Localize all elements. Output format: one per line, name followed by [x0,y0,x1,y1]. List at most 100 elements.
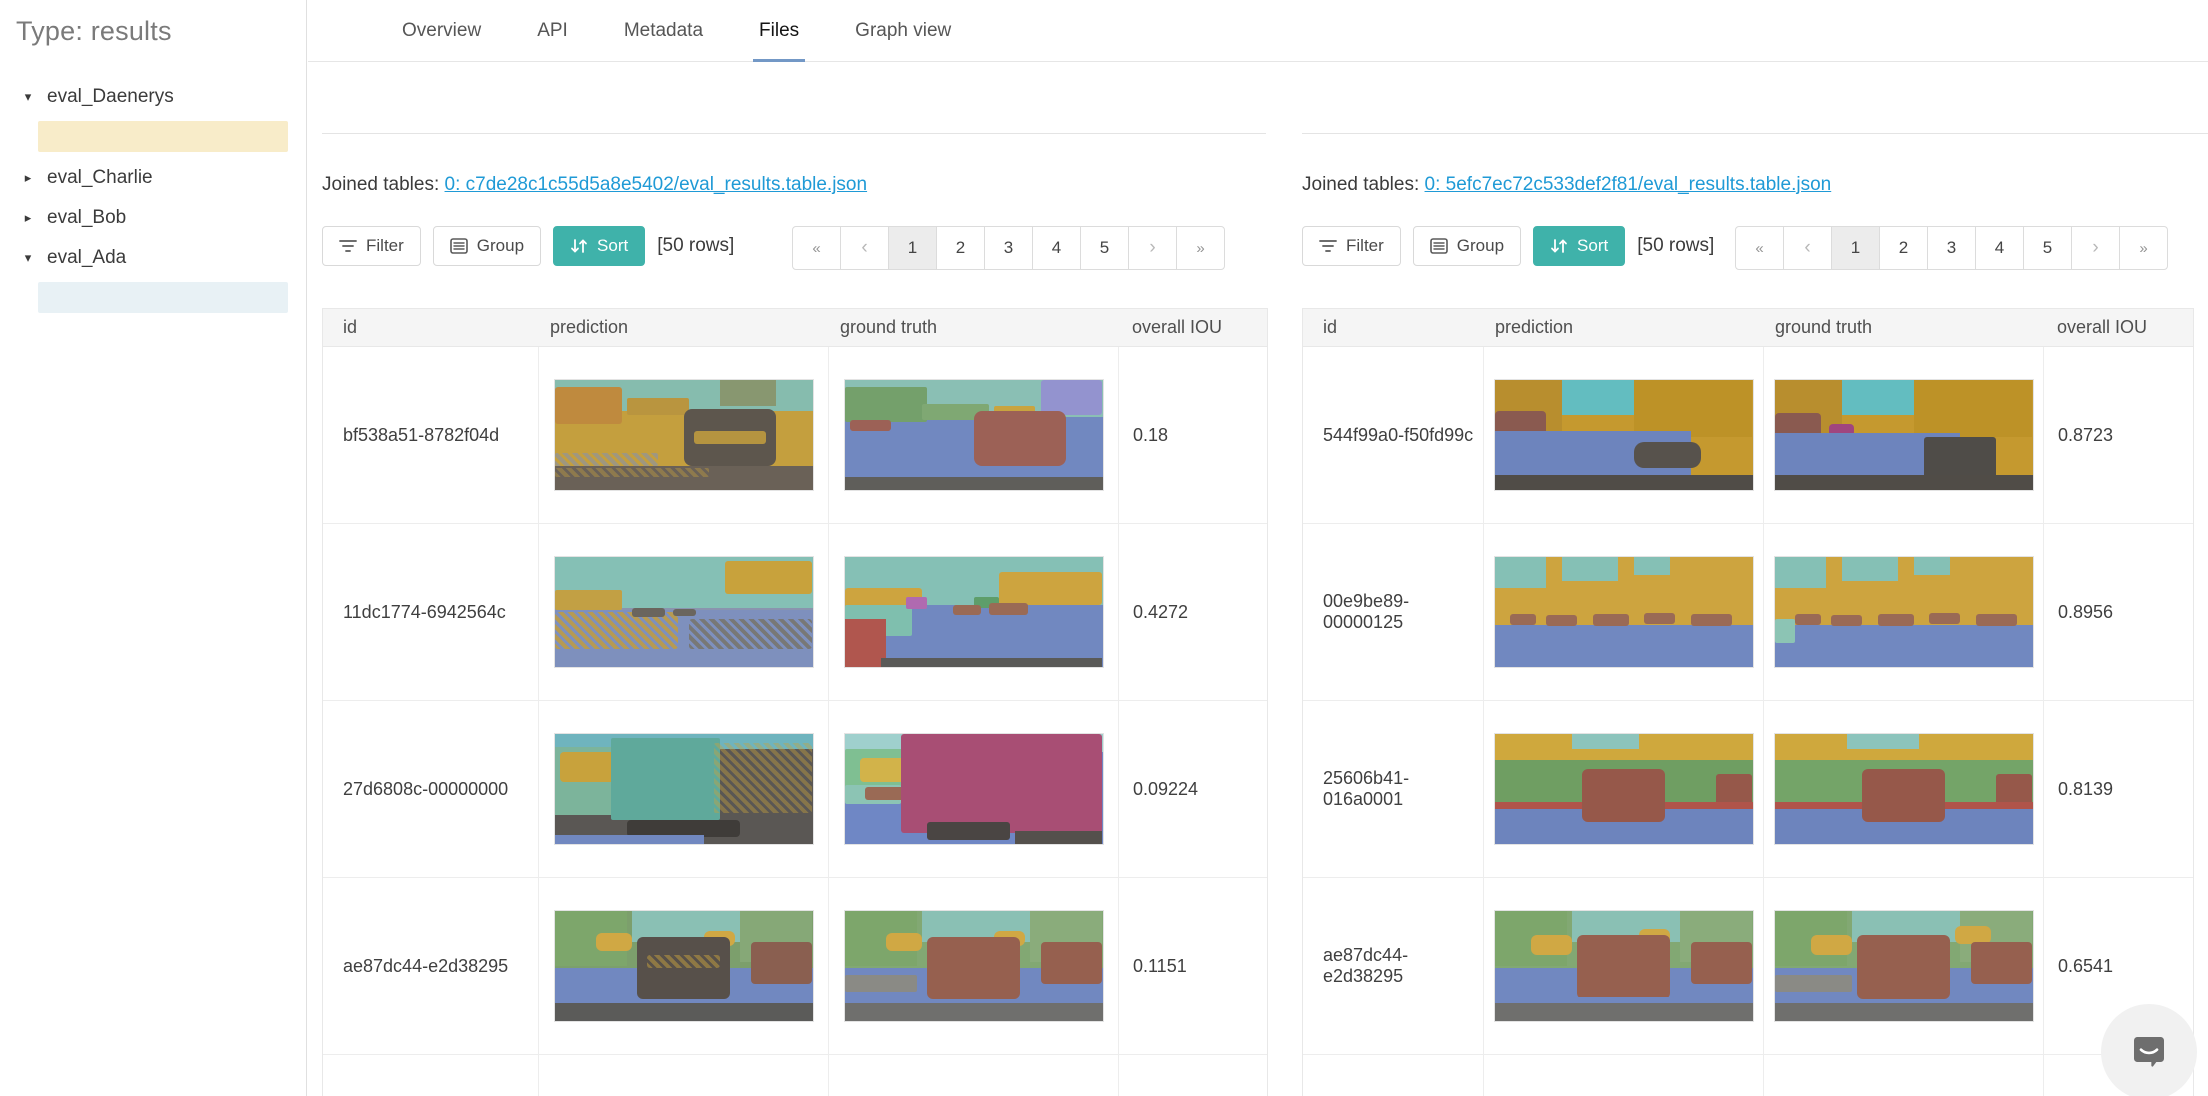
caret-down-icon: ▾ [24,89,32,104]
caret-right-icon: ▸ [24,210,32,225]
prediction-cell [1483,701,1763,877]
tree-node-eval_daenerys[interactable]: ▾ eval_Daenerys [14,81,306,113]
prediction-cell [538,524,828,700]
sort-button[interactable]: Sort [553,226,646,266]
ground-truth-cell [828,701,1118,877]
column-header-overall-iou[interactable]: overall IOU [1118,317,1267,338]
table-row: 27d6808c-00000000 0.09224 [323,701,1267,878]
column-header-prediction[interactable]: prediction [1483,317,1763,338]
page-button-1[interactable]: 1 [888,226,937,270]
artifact-files-page: Type: results ▾ eval_Daenerys ▸ eval_Cha… [0,0,2208,1096]
page-button-1[interactable]: 1 [1831,226,1880,270]
filter-icon [1319,240,1337,252]
results-panel: Joined tables: 0: 5efc7ec72c533def2f81/e… [1302,62,2208,1096]
table-toolbar: Filter Group Sort [50 rows] «‹ 1 2 3 4 5 ›» [322,226,1266,270]
ground-truth-cell [1763,524,2043,700]
ground-truth-segmentation-image[interactable] [1773,910,2034,1022]
prediction-segmentation-image[interactable] [1493,379,1754,491]
tree-node-eval_bob[interactable]: ▸ eval_Bob [14,202,306,234]
iou-cell: 0.18 [1118,347,1267,523]
table-toolbar: Filter Group Sort [50 rows] «‹ 1 2 3 4 5 ›» [1302,226,2208,270]
table-row: 544f99a0-f50fd99c 0.8723 [1303,347,2193,524]
ground-truth-segmentation-image[interactable] [1773,379,2034,491]
ground-truth-cell [1763,1055,2043,1096]
tab-graph-view[interactable]: Graph view [841,0,965,61]
id-cell: 544f99a0-f50fd99c [1323,424,1474,445]
column-header-ground-truth[interactable]: ground truth [1763,317,2043,338]
filter-button[interactable]: Filter [1302,226,1401,266]
prediction-segmentation-image[interactable] [553,733,814,845]
ground-truth-segmentation-image[interactable] [843,733,1104,845]
ground-truth-cell [1763,347,2043,523]
intercom-chat-icon [2134,1037,2164,1067]
prediction-segmentation-image[interactable] [1493,556,1754,668]
first-page-button[interactable]: « [1735,226,1784,270]
toolbar-buttons: Filter Group Sort [50 rows] [322,226,752,266]
artifact-version-item[interactable] [38,121,288,152]
toolbar-buttons: Filter Group Sort [50 rows] [1302,226,1732,266]
tree-node-eval_charlie[interactable]: ▸ eval_Charlie [14,162,306,194]
prev-page-button[interactable]: ‹ [840,226,889,270]
column-header-overall-iou[interactable]: overall IOU [2043,317,2193,338]
iou-cell: 0.8723 [2043,347,2193,523]
page-button-4[interactable]: 4 [1975,226,2024,270]
first-page-button[interactable]: « [792,226,841,270]
tab-overview[interactable]: Overview [388,0,495,61]
iou-cell: 0.1151 [1118,878,1267,1054]
ground-truth-cell [828,347,1118,523]
table-row: 25606b41-016a0001 0.8139 [1303,701,2193,878]
column-header-ground-truth[interactable]: ground truth [828,317,1118,338]
page-button-5[interactable]: 5 [2023,226,2072,270]
prediction-segmentation-image[interactable] [553,556,814,668]
panel-header-strip [322,62,1266,134]
next-page-button[interactable]: › [1128,226,1177,270]
column-header-prediction[interactable]: prediction [538,317,828,338]
joined-tables-link[interactable]: 0: c7de28c1c55d5a8e5402/eval_results.tab… [445,174,868,195]
iou-cell: 0.4272 [1118,524,1267,700]
table-header-row: id prediction ground truth overall IOU [1303,309,2193,347]
column-header-id[interactable]: id [323,317,538,338]
page-button-5[interactable]: 5 [1080,226,1129,270]
table-body: 544f99a0-f50fd99c 0.8723 00e9be89-000001… [1303,347,2193,1096]
tree-node-eval_ada[interactable]: ▾ eval_Ada [14,242,306,274]
ground-truth-segmentation-image[interactable] [1773,556,2034,668]
page-button-4[interactable]: 4 [1032,226,1081,270]
ground-truth-segmentation-image[interactable] [1773,733,2034,845]
ground-truth-segmentation-image[interactable] [843,910,1104,1022]
page-button-2[interactable]: 2 [936,226,985,270]
caret-down-icon: ▾ [24,250,32,265]
tab-metadata[interactable]: Metadata [610,0,717,61]
last-page-button[interactable]: » [2119,226,2168,270]
joined-tables-label: Joined tables: [322,174,440,195]
prediction-cell [538,701,828,877]
prediction-segmentation-image[interactable] [553,379,814,491]
tab-files[interactable]: Files [745,0,813,62]
sort-icon [571,239,587,253]
prediction-segmentation-image[interactable] [1493,910,1754,1022]
panel-header-strip [1302,62,2208,134]
filter-button[interactable]: Filter [322,226,421,266]
tab-api[interactable]: API [523,0,582,61]
ground-truth-cell [828,1055,1118,1096]
next-page-button[interactable]: › [2071,226,2120,270]
prev-page-button[interactable]: ‹ [1783,226,1832,270]
group-button[interactable]: Group [432,226,542,266]
ground-truth-segmentation-image[interactable] [843,556,1104,668]
last-page-button[interactable]: » [1176,226,1225,270]
table-body: bf538a51-8782f04d 0.18 11dc1774-6942564c… [323,347,1267,1096]
intercom-chat-button[interactable] [2101,1004,2197,1096]
column-header-id[interactable]: id [1303,317,1483,338]
page-button-3[interactable]: 3 [984,226,1033,270]
page-button-3[interactable]: 3 [1927,226,1976,270]
row-count-note: [50 rows] [657,235,735,257]
sort-button[interactable]: Sort [1533,226,1626,266]
tree-node-label: eval_Daenerys [47,86,174,107]
ground-truth-segmentation-image[interactable] [843,379,1104,491]
page-button-2[interactable]: 2 [1879,226,1928,270]
prediction-segmentation-image[interactable] [553,910,814,1022]
prediction-segmentation-image[interactable] [1493,733,1754,845]
artifact-version-item[interactable] [38,282,288,313]
joined-tables-link[interactable]: 0: 5efc7ec72c533def2f81/eval_results.tab… [1425,174,1832,195]
group-button[interactable]: Group [1412,226,1522,266]
ground-truth-cell [1763,701,2043,877]
